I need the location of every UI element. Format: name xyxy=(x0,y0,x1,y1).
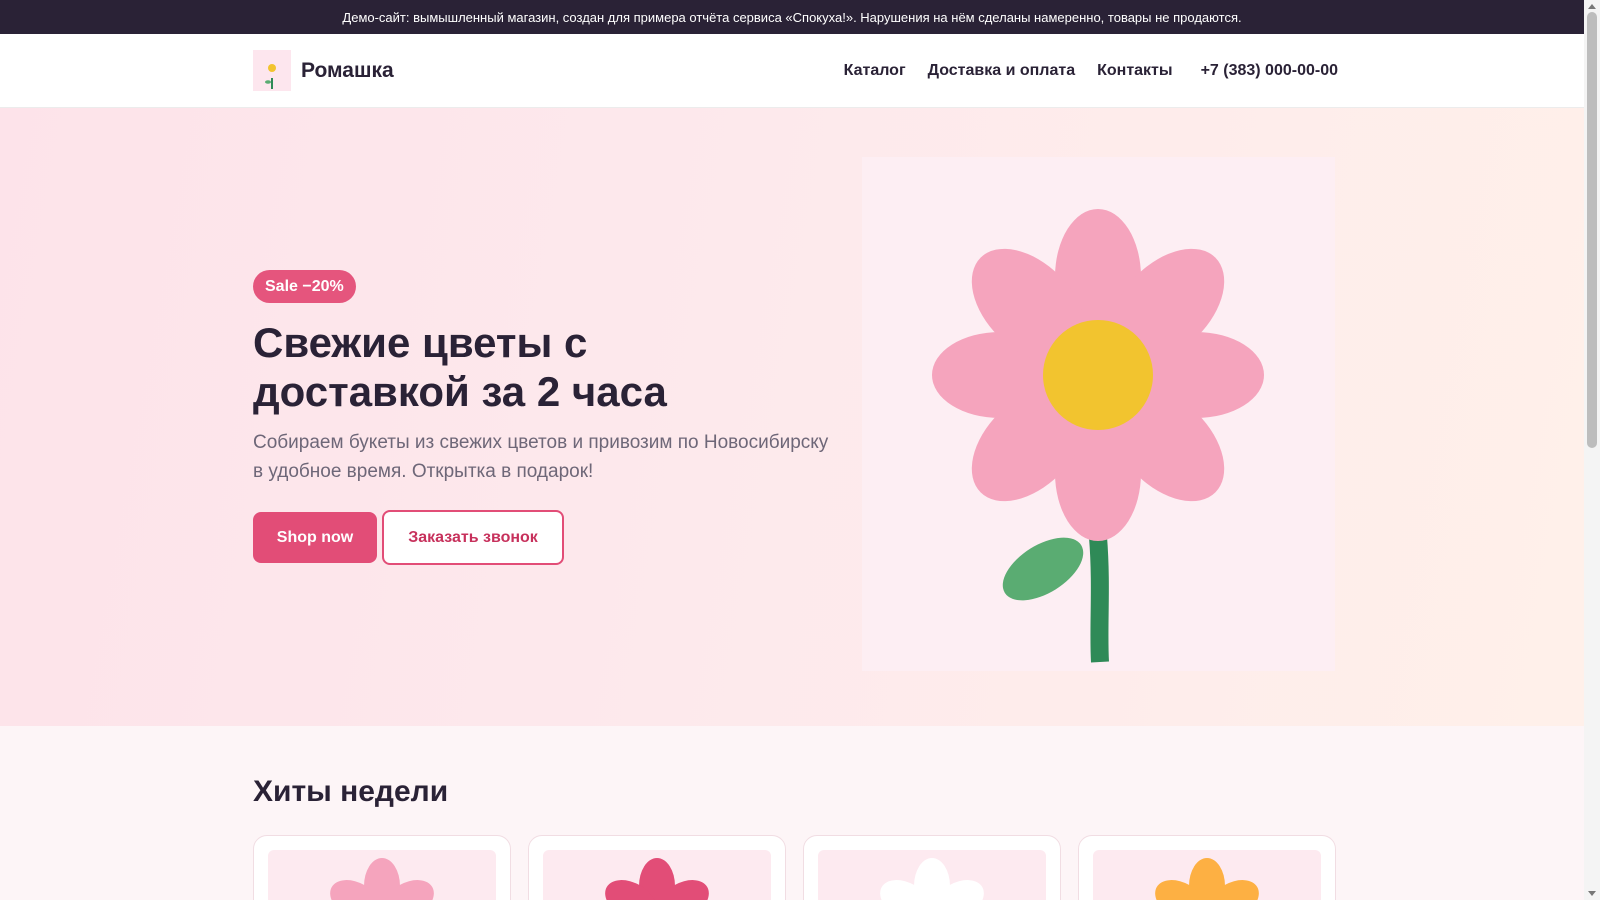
product-image xyxy=(1093,850,1321,900)
logo-text: Ромашка xyxy=(301,58,394,82)
orange-flower-icon xyxy=(1155,858,1259,900)
demo-notice-bar: Демо-сайт: вымышленный магазин, создан д… xyxy=(0,0,1584,34)
nav-catalog[interactable]: Каталог xyxy=(844,62,906,80)
product-card[interactable] xyxy=(528,835,786,900)
red-flower-icon xyxy=(605,858,709,900)
pink-flower-icon xyxy=(330,858,434,900)
product-image xyxy=(543,850,771,900)
daisy-logo-icon xyxy=(253,50,291,91)
nav-contacts[interactable]: Контакты xyxy=(1097,62,1172,80)
section-title: Хиты недели xyxy=(253,775,449,808)
scroll-down-arrow-icon[interactable] xyxy=(1588,891,1596,896)
logo-link[interactable]: Ромашка xyxy=(253,50,394,91)
sale-badge: Sale −20% xyxy=(253,270,356,303)
main-nav: Каталог Доставка и оплата Контакты +7 (3… xyxy=(822,34,1338,108)
product-image xyxy=(268,850,496,900)
scroll-up-arrow-icon[interactable] xyxy=(1588,4,1596,9)
site-header: Ромашка Каталог Доставка и оплата Контак… xyxy=(0,34,1584,108)
product-card[interactable] xyxy=(253,835,511,900)
phone-link[interactable]: +7 (383) 000-00-00 xyxy=(1201,62,1338,80)
hero-section: Sale −20% Свежие цветы с доставкой за 2 … xyxy=(0,108,1584,726)
flower-icon xyxy=(932,209,1264,663)
weekly-hits-section: Хиты недели xyxy=(0,726,1584,900)
product-card[interactable] xyxy=(803,835,1061,900)
page-scrollbar[interactable] xyxy=(1584,0,1600,900)
white-flower-icon xyxy=(880,858,984,900)
hero-subtitle: Собираем букеты из свежих цветов и приво… xyxy=(253,432,829,482)
product-card[interactable] xyxy=(1078,835,1336,900)
nav-delivery[interactable]: Доставка и оплата xyxy=(928,62,1076,80)
shop-now-button[interactable]: Shop now xyxy=(253,512,377,563)
demo-notice-text: Демо-сайт: вымышленный магазин, создан д… xyxy=(342,9,1242,25)
hero-title: Свежие цветы с доставкой за 2 часа xyxy=(253,319,667,415)
hero-flower-illustration xyxy=(862,157,1335,671)
scroll-thumb[interactable] xyxy=(1587,12,1597,448)
request-call-button[interactable]: Заказать звонок xyxy=(382,510,564,565)
product-image xyxy=(818,850,1046,900)
